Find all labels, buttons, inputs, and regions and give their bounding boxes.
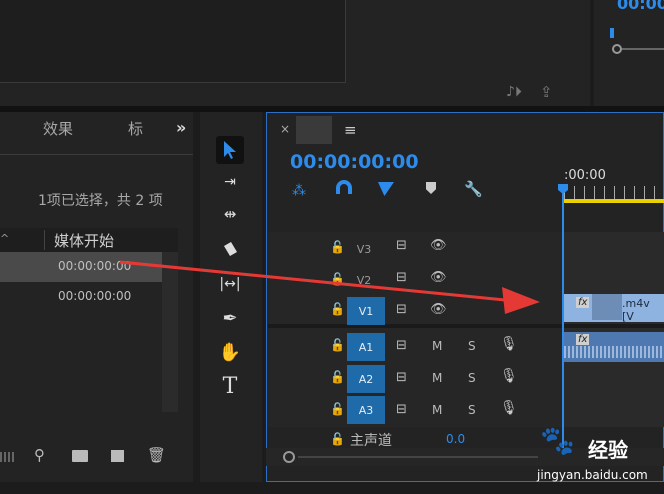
watermark-brand: 经验 [588,438,628,462]
paw-logo-icon: 🐾 [540,424,575,457]
watermark-url: jingyan.baidu.com [537,468,648,482]
annotation-arrow [119,260,540,314]
